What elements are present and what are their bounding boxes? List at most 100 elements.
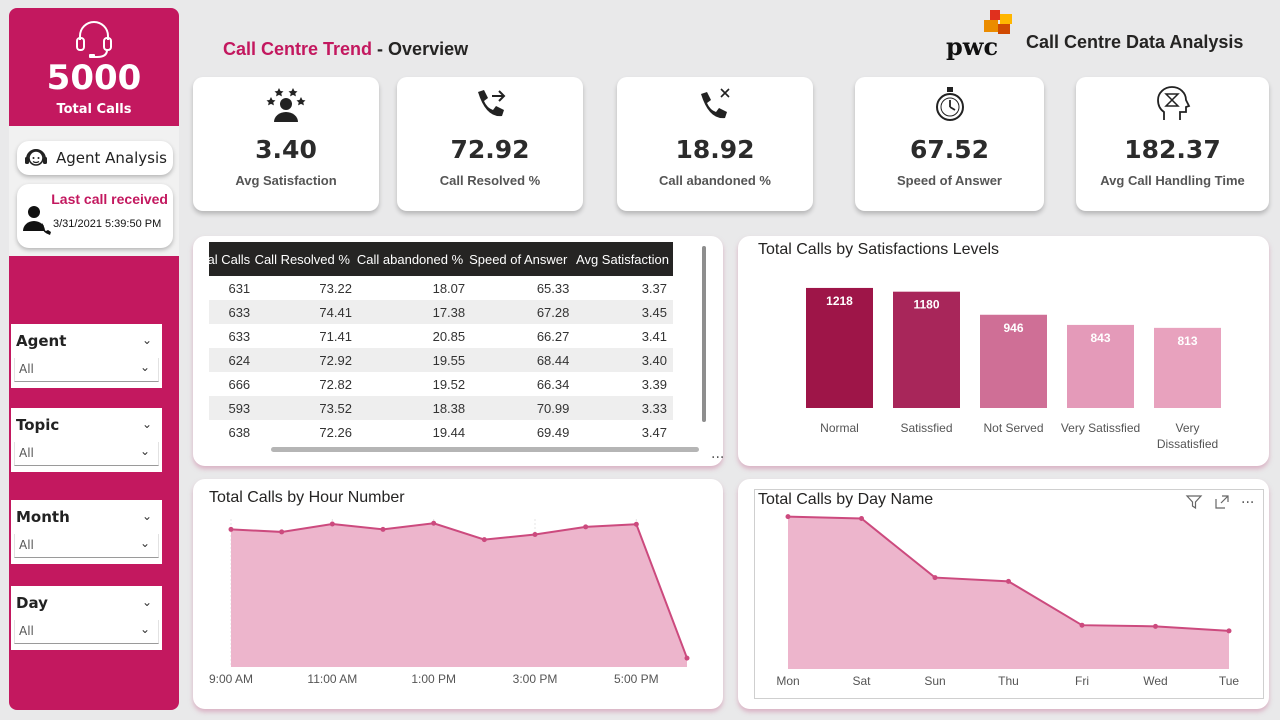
table-cell: 18.07 <box>432 280 466 296</box>
table-cell: 638 <box>228 424 251 440</box>
slicer-month-dropdown[interactable]: All ⌄ <box>14 534 159 558</box>
total-calls-card: 5000 Total Calls <box>9 8 179 126</box>
x-tick-label: 1:00 PM <box>411 672 456 686</box>
table-cell: 73.52 <box>250 396 352 420</box>
chevron-down-icon[interactable]: ⌄ <box>142 509 152 523</box>
bar-data-label: 1218 <box>826 294 853 308</box>
x-tick-label: 11:00 AM <box>307 672 357 686</box>
last-call-card: Last call received 3/31/2021 5:39:50 PM <box>17 184 173 248</box>
phone-forward-icon <box>478 90 506 117</box>
table-cell: 19.52 <box>432 376 466 392</box>
more-options-icon[interactable]: ... <box>711 446 724 462</box>
x-tick-label: Very Satissfied <box>1061 421 1140 435</box>
data-point <box>1079 622 1085 628</box>
table-cell: 3.47 <box>641 424 667 440</box>
data-point <box>228 526 234 532</box>
kpi-value: 72.92 <box>450 135 530 164</box>
column-header[interactable]: Avg Satisfaction <box>569 242 673 276</box>
table-row[interactable]: 624 72.92 19.55 68.44 3.40 <box>209 348 673 372</box>
kpi-call-resolved: 72.92 Call Resolved % <box>397 77 583 211</box>
data-point <box>532 531 538 537</box>
kpi-value: 3.40 <box>255 135 317 164</box>
table-cell: 72.82 <box>319 376 352 392</box>
slicer-agent-dropdown[interactable]: All ⌄ <box>14 358 159 382</box>
data-point <box>583 524 589 530</box>
x-tick-label: Normal <box>820 421 859 435</box>
slicer-month-value: All <box>19 538 34 552</box>
total-calls-value: 5000 <box>46 58 142 98</box>
chevron-down-icon[interactable]: ⌄ <box>142 333 152 347</box>
table-cell: 3.45 <box>569 300 673 324</box>
agent-icon <box>25 149 47 166</box>
table-row[interactable]: 633 74.41 17.38 67.28 3.45 <box>209 300 673 324</box>
data-point <box>1226 628 1232 634</box>
column-header[interactable]: Call Resolved % <box>250 242 352 276</box>
x-tick-label: Dissatisfied <box>1157 437 1218 451</box>
slicer-topic-value: All <box>19 446 34 460</box>
hour-area-chart: 9:00 AM 11:00 AM 1:00 PM 3:00 PM 5:00 PM <box>209 519 690 686</box>
table-cell: 72.92 <box>250 348 352 372</box>
data-point <box>932 575 938 581</box>
x-tick-label: Sun <box>924 674 945 688</box>
horizontal-scrollbar-thumb[interactable] <box>271 447 699 452</box>
slicer-day: Day ⌄ All ⌄ <box>11 586 162 650</box>
x-tick-label: Not Served <box>983 421 1043 435</box>
bar-data-label: 1180 <box>913 298 939 312</box>
table-row[interactable]: 633 71.41 20.85 66.27 3.41 <box>209 324 673 348</box>
table-cell: 593 <box>209 396 251 420</box>
data-point <box>1006 578 1011 584</box>
column-header[interactable]: Call abandoned % <box>351 242 466 276</box>
kpi-speed-of-answer: 67.52 Speed of Answer <box>855 77 1044 211</box>
data-point <box>684 655 690 661</box>
chevron-down-icon[interactable]: ⌄ <box>142 595 152 609</box>
column-header[interactable]: Total Calls <box>209 242 251 276</box>
phone-missed-icon <box>701 88 730 119</box>
area-fill <box>788 516 1229 669</box>
slicer-month-title: Month <box>16 508 70 526</box>
chevron-down-icon[interactable]: ⌄ <box>142 417 152 431</box>
kpi-label: Avg Satisfaction <box>235 173 337 188</box>
sidebar: 5000 Total Calls Agent Analysis Last cal… <box>9 8 179 710</box>
x-tick-label: Very <box>1175 421 1199 435</box>
x-tick-label: Tue <box>1219 674 1240 688</box>
headset-icon <box>76 21 112 58</box>
kpi-value: 18.92 <box>675 135 755 164</box>
hour-area-chart-panel: Total Calls by Hour Number 9:00 AM 11:00 … <box>193 479 723 709</box>
column-header[interactable]: Speed of Answer <box>465 242 570 276</box>
slicer-day-title: Day <box>16 594 48 612</box>
head-hourglass-icon <box>1157 86 1191 120</box>
slicer-day-dropdown[interactable]: All ⌄ <box>14 620 159 644</box>
satisfaction-bar-chart: 1218 Normal 1180 Satissfied 946 Not Served 843… <box>806 287 1221 451</box>
vertical-scrollbar-track <box>701 244 707 424</box>
table-header-row: Total Calls Call Resolved % Call abandon… <box>209 242 673 276</box>
slicer-topic-dropdown[interactable]: All ⌄ <box>14 442 159 466</box>
stopwatch-icon <box>936 87 964 121</box>
vertical-scrollbar-thumb[interactable] <box>702 246 706 422</box>
table-row[interactable]: 638 72.26 19.44 69.49 3.47 <box>209 420 673 444</box>
x-tick-label: 3:00 PM <box>513 672 558 686</box>
x-tick-label: Satissfied <box>900 421 952 435</box>
table-cell: 19.55 <box>351 348 466 372</box>
table-row[interactable]: 593 73.52 18.38 70.99 3.33 <box>209 396 673 420</box>
table-row[interactable]: 631 73.22 18.07 65.33 3.37 <box>209 276 673 300</box>
slicer-topic: Topic ⌄ All ⌄ <box>11 408 162 472</box>
data-point <box>785 514 791 520</box>
kpi-label: Call abandoned % <box>659 173 771 188</box>
table-cell: 18.38 <box>351 396 466 420</box>
slicer-agent: Agent ⌄ All ⌄ <box>11 324 162 388</box>
data-point <box>1153 623 1158 629</box>
area-fill <box>231 523 687 667</box>
x-tick-label: Thu <box>998 674 1019 688</box>
data-point <box>431 520 437 526</box>
page-title-sub: Overview <box>388 39 469 59</box>
agent-analysis-button[interactable]: Agent Analysis <box>17 141 173 175</box>
kpi-label: Call Resolved % <box>439 173 541 188</box>
table-cell: 71.41 <box>319 328 352 344</box>
table-row[interactable]: 666 72.82 19.52 66.34 3.39 <box>209 372 673 396</box>
table-cell: 3.39 <box>641 376 667 392</box>
x-tick-label: Fri <box>1075 674 1089 688</box>
chevron-down-icon: ⌄ <box>139 444 150 458</box>
table-cell: 19.44 <box>432 424 466 440</box>
kpi-label: Speed of Answer <box>897 173 1002 188</box>
rating-stars-icon <box>266 88 306 122</box>
